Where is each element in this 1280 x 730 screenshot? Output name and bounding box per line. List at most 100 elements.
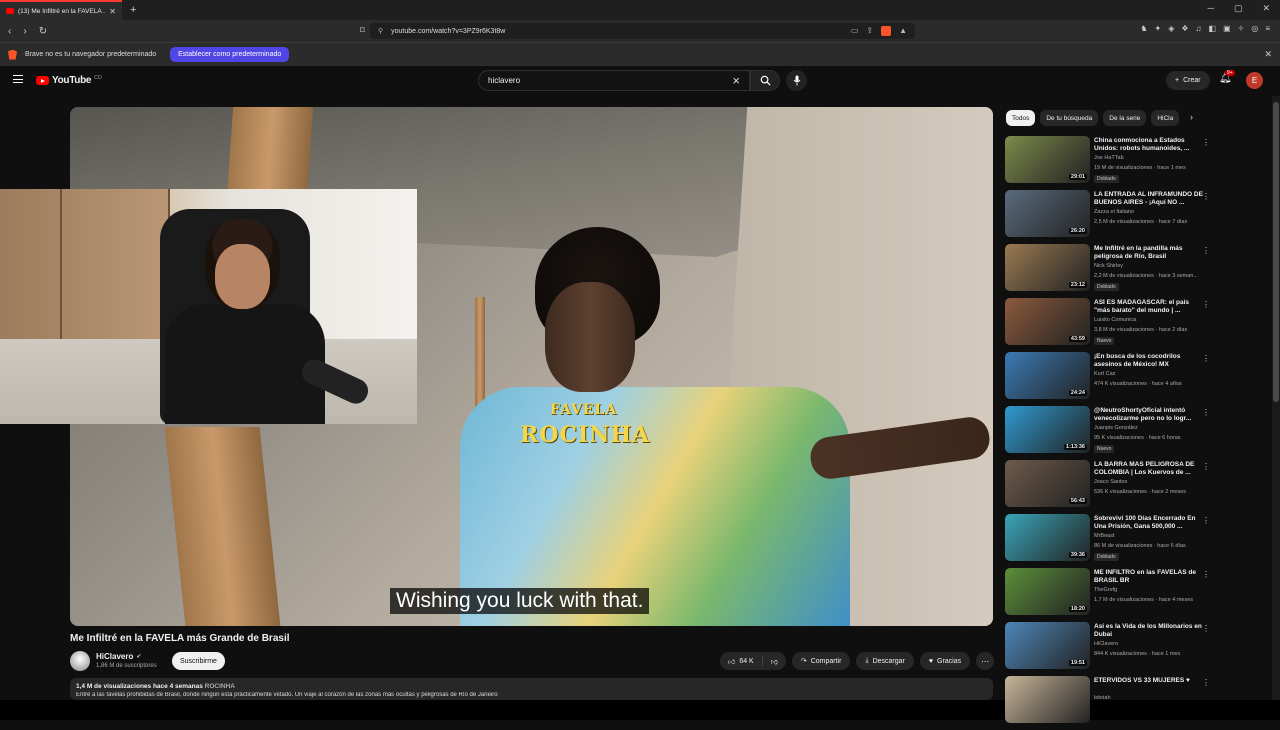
recommendation-item[interactable]: 29:01 China conmociona a Estados Unidos: … bbox=[1005, 136, 1210, 190]
scrollbar-thumb[interactable] bbox=[1273, 102, 1279, 402]
download-button[interactable]: ⤓ Descargar bbox=[856, 652, 914, 670]
close-tab-icon[interactable]: ✕ bbox=[109, 7, 116, 16]
more-vertical-icon[interactable]: ⋮ bbox=[1202, 192, 1210, 201]
sidebar-icon[interactable]: ◧ bbox=[1209, 24, 1217, 33]
wallet-icon[interactable]: ▣ bbox=[1223, 24, 1231, 33]
more-vertical-icon[interactable]: ⋮ bbox=[1202, 570, 1210, 579]
picture-in-picture-icon[interactable]: ▭ bbox=[851, 26, 859, 36]
recommendation-item[interactable]: 43:59 ASÍ ES MADAGASCAR: el país "más bar… bbox=[1005, 298, 1210, 352]
recommendation-item[interactable]: 19:51 Así es la Vida de los Millonarios e… bbox=[1005, 622, 1210, 676]
recommendation-title[interactable]: ETERVIDOS VS 33 MUJERES ♥ bbox=[1094, 677, 1206, 685]
create-button[interactable]: + Crear bbox=[1166, 71, 1210, 90]
search-input[interactable]: hiclavero × bbox=[478, 70, 750, 91]
recommendation-title[interactable]: ME INFILTRO en las FAVELAS de BRASIL BR bbox=[1094, 569, 1206, 585]
guide-menu-icon[interactable] bbox=[13, 75, 23, 83]
set-default-button[interactable]: Establecer como predeterminado bbox=[170, 47, 290, 62]
vpn-icon[interactable]: ◎ bbox=[1251, 24, 1258, 33]
video-thumbnail[interactable] bbox=[1005, 676, 1090, 723]
more-vertical-icon[interactable]: ⋮ bbox=[1202, 678, 1210, 687]
like-button[interactable]: 👍︎ 64 K bbox=[720, 652, 762, 670]
youtube-logo[interactable]: YouTube CO bbox=[36, 75, 102, 86]
chip-all[interactable]: Todos bbox=[1006, 110, 1036, 126]
recommendation-title[interactable]: LA ENTRADA AL INFRAMUNDO DE BUENOS AIRES… bbox=[1094, 191, 1206, 207]
notifications-button[interactable]: 🔔︎ 9+ bbox=[1219, 70, 1235, 84]
recommendation-item[interactable]: 39:36 Sobreviví 100 Días Encerrado En Una… bbox=[1005, 514, 1210, 568]
recommendation-channel[interactable]: Zazza el Italiano bbox=[1094, 209, 1134, 215]
recommendation-title[interactable]: ¡En busca de los cocodrilos asesinos de … bbox=[1094, 353, 1206, 369]
brave-rewards-icon[interactable]: ▲ bbox=[899, 26, 907, 36]
puzzle-icon[interactable]: ✦ bbox=[1154, 24, 1161, 33]
video-thumbnail[interactable]: 56:43 bbox=[1005, 460, 1090, 507]
clear-search-icon[interactable]: × bbox=[732, 73, 740, 88]
recommendation-channel[interactable]: Joaco Santos bbox=[1094, 479, 1127, 485]
extension-icon[interactable]: ♞ bbox=[1140, 24, 1147, 33]
video-thumbnail[interactable]: 1:13:36 bbox=[1005, 406, 1090, 453]
recommendation-channel[interactable]: lebriah bbox=[1094, 695, 1111, 701]
recommendation-item[interactable]: 23:12 Me Infiltré en la pandilla más peli… bbox=[1005, 244, 1210, 298]
new-tab-icon[interactable]: + bbox=[130, 4, 136, 16]
page-scrollbar[interactable] bbox=[1272, 96, 1280, 700]
video-thumbnail[interactable]: 43:59 bbox=[1005, 298, 1090, 345]
video-thumbnail[interactable]: 26:20 bbox=[1005, 190, 1090, 237]
share-icon[interactable]: ⇪ bbox=[866, 26, 873, 36]
chip-from-series[interactable]: De la serie bbox=[1103, 110, 1147, 126]
recommendation-channel[interactable]: Kurt Caz bbox=[1094, 371, 1115, 377]
more-vertical-icon[interactable]: ⋮ bbox=[1202, 354, 1210, 363]
recommendation-channel[interactable]: Juanpis González bbox=[1094, 425, 1138, 431]
recommendation-channel[interactable]: Nick Shirley bbox=[1094, 263, 1123, 269]
recommendation-title[interactable]: China conmociona a Estados Unidos: robot… bbox=[1094, 137, 1206, 153]
more-vertical-icon[interactable]: ⋮ bbox=[1202, 300, 1210, 309]
video-thumbnail[interactable]: 39:36 bbox=[1005, 514, 1090, 561]
voice-search-button[interactable] bbox=[786, 70, 807, 91]
video-thumbnail[interactable]: 29:01 bbox=[1005, 136, 1090, 183]
recommendation-channel[interactable]: MrBeast bbox=[1094, 533, 1114, 539]
recommendation-channel[interactable]: Joe HaTTab bbox=[1094, 155, 1124, 161]
subscribe-button[interactable]: Suscribirme bbox=[172, 652, 225, 670]
recommendation-channel[interactable]: TheGrefg bbox=[1094, 587, 1117, 593]
recommendation-item[interactable]: 56:43 LA BARRA MAS PELIGROSA DE COLOMBIA … bbox=[1005, 460, 1210, 514]
minimize-icon[interactable]: ─ bbox=[1208, 3, 1214, 14]
extension-icon-2[interactable]: ◈ bbox=[1168, 24, 1174, 33]
video-tag[interactable]: ROCINHA bbox=[205, 683, 235, 690]
more-vertical-icon[interactable]: ⋮ bbox=[1202, 624, 1210, 633]
brave-shield-icon[interactable] bbox=[881, 26, 892, 36]
thanks-button[interactable]: ♥ Gracias bbox=[919, 652, 971, 670]
maximize-icon[interactable]: ▢ bbox=[1234, 3, 1243, 14]
recommendation-channel[interactable]: HiClavero bbox=[1094, 641, 1118, 647]
more-vertical-icon[interactable]: ⋮ bbox=[1202, 516, 1210, 525]
more-vertical-icon[interactable]: ⋮ bbox=[1202, 408, 1210, 417]
video-thumbnail[interactable]: 24:24 bbox=[1005, 352, 1090, 399]
channel-avatar[interactable] bbox=[70, 651, 90, 671]
recommendation-title[interactable]: @NeutroShortyOficial intentó venecolizar… bbox=[1094, 407, 1206, 423]
recommendation-item[interactable]: 1:13:36 @NeutroShortyOficial intentó vene… bbox=[1005, 406, 1210, 460]
recommendation-item[interactable]: 24:24 ¡En busca de los cocodrilos asesino… bbox=[1005, 352, 1210, 406]
recommendation-title[interactable]: Me Infiltré en la pandilla más peligrosa… bbox=[1094, 245, 1206, 261]
chip-hiclavero[interactable]: HiCla bbox=[1151, 110, 1180, 126]
recommendation-item[interactable]: 18:20 ME INFILTRO en las FAVELAS de BRASI… bbox=[1005, 568, 1210, 622]
bookmark-icon[interactable]: ⌑ bbox=[360, 25, 365, 36]
recommendation-title[interactable]: Sobreviví 100 Días Encerrado En Una Pris… bbox=[1094, 515, 1206, 531]
chip-from-search[interactable]: De tu búsqueda bbox=[1040, 110, 1099, 126]
recommendation-item[interactable]: ETERVIDOS VS 33 MUJERES ♥ lebriah ⋮ bbox=[1005, 676, 1210, 730]
site-settings-icon[interactable]: ⚲ bbox=[378, 27, 383, 35]
reload-icon[interactable]: ↻ bbox=[39, 26, 47, 37]
video-thumbnail[interactable]: 23:12 bbox=[1005, 244, 1090, 291]
channel-name[interactable]: HiClavero ✔ bbox=[96, 652, 141, 661]
more-vertical-icon[interactable]: ⋮ bbox=[1202, 138, 1210, 147]
menu-icon[interactable]: ≡ bbox=[1265, 24, 1270, 33]
more-actions-button[interactable]: ⋯ bbox=[976, 652, 995, 670]
music-icon[interactable]: ♫ bbox=[1196, 24, 1202, 33]
recommendation-title[interactable]: Así es la Vida de los Millonarios en Dub… bbox=[1094, 623, 1206, 639]
account-avatar[interactable]: E bbox=[1246, 72, 1263, 89]
video-thumbnail[interactable]: 19:51 bbox=[1005, 622, 1090, 669]
close-infobar-icon[interactable]: ✕ bbox=[1264, 49, 1272, 60]
leo-icon[interactable]: ✧ bbox=[1238, 24, 1245, 33]
address-bar[interactable]: ⚲ youtube.com/watch?v=3PZ9r6K3t8w ▭ ⇪ ▲ bbox=[370, 23, 915, 39]
dislike-button[interactable]: 👎︎ bbox=[763, 652, 786, 670]
more-vertical-icon[interactable]: ⋮ bbox=[1202, 246, 1210, 255]
share-button[interactable]: ↷ Compartir bbox=[791, 652, 851, 670]
recommendation-title[interactable]: ASÍ ES MADAGASCAR: el país "más barato" … bbox=[1094, 299, 1206, 315]
recommendation-channel[interactable]: Luisito Comunica bbox=[1094, 317, 1136, 323]
more-vertical-icon[interactable]: ⋮ bbox=[1202, 462, 1210, 471]
search-button[interactable] bbox=[750, 70, 780, 91]
